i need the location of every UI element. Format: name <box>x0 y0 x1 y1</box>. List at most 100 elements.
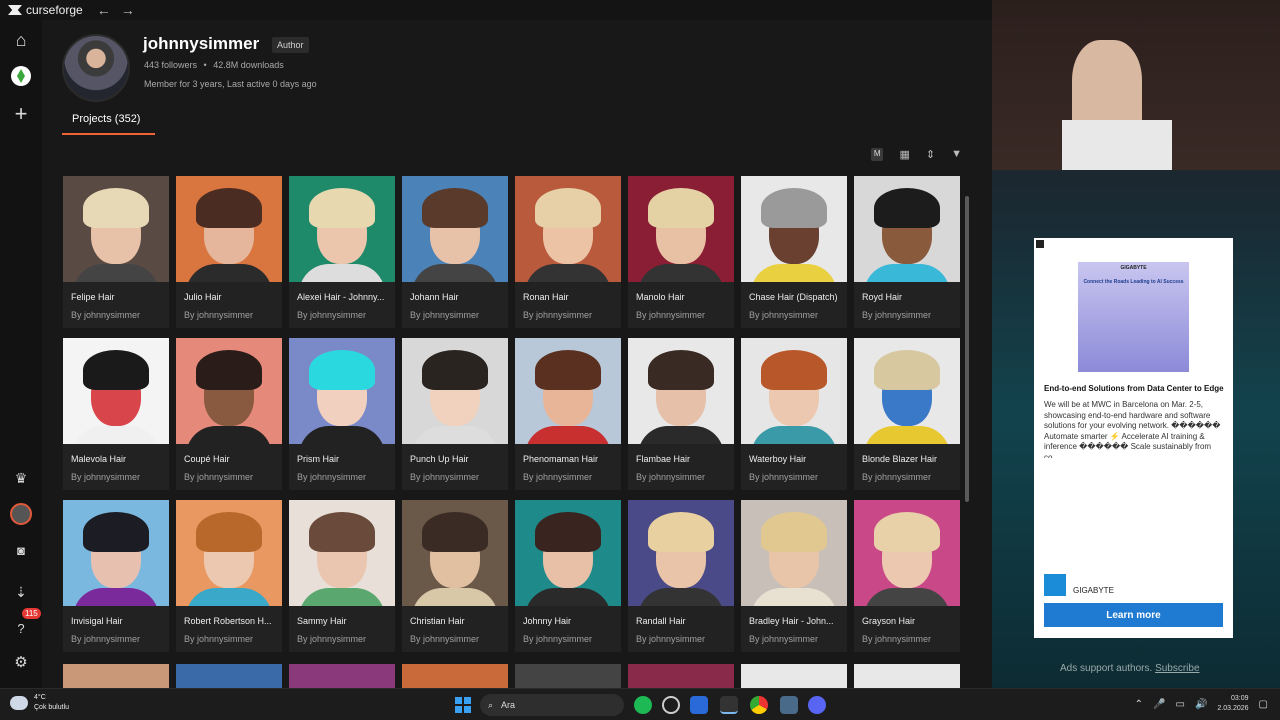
add-game-icon[interactable]: + <box>9 101 33 126</box>
curseforge-taskbar-icon[interactable] <box>720 696 738 714</box>
project-name[interactable]: Flambae Hair <box>628 444 734 464</box>
advertisement-panel[interactable]: GIGABYTE Connect the Roads Leading to AI… <box>1034 238 1233 638</box>
forward-arrow-icon[interactable]: → <box>121 2 135 18</box>
mod-size-toggle[interactable]: M <box>870 148 884 161</box>
project-card-partial[interactable] <box>854 664 960 688</box>
project-card[interactable]: Invisigal Hair By johnnysimmer <box>63 500 169 652</box>
project-card[interactable]: Johnny Hair By johnnysimmer <box>515 500 621 652</box>
project-thumbnail[interactable] <box>515 176 621 282</box>
project-name[interactable]: Ronan Hair <box>515 282 621 302</box>
project-card[interactable]: Christian Hair By johnnysimmer <box>402 500 508 652</box>
project-card-partial[interactable] <box>515 664 621 688</box>
project-card[interactable]: Waterboy Hair By johnnysimmer <box>741 338 847 490</box>
project-name[interactable]: Malevola Hair <box>63 444 169 464</box>
spotify-icon[interactable] <box>634 696 652 714</box>
subscribe-link[interactable]: Subscribe <box>1155 663 1199 674</box>
grid-view-icon[interactable]: ▦ <box>899 148 909 161</box>
project-thumbnail[interactable] <box>402 500 508 606</box>
profile-avatar-icon[interactable] <box>9 502 33 526</box>
sims-game-icon[interactable] <box>9 64 33 88</box>
project-card-partial[interactable] <box>741 664 847 688</box>
project-name[interactable]: Prism Hair <box>289 444 395 464</box>
project-card[interactable]: Sammy Hair By johnnysimmer <box>289 500 395 652</box>
ad-title[interactable]: End-to-end Solutions from Data Center to… <box>1044 384 1229 393</box>
project-thumbnail[interactable] <box>176 176 282 282</box>
project-name[interactable]: Johnny Hair <box>515 606 621 626</box>
project-card[interactable]: Punch Up Hair By johnnysimmer <box>402 338 508 490</box>
project-thumbnail[interactable] <box>741 338 847 444</box>
project-name[interactable]: Julio Hair <box>176 282 282 302</box>
filter-icon[interactable]: ▼ <box>951 148 962 161</box>
settings-gear-icon[interactable]: ⚙ <box>9 650 33 674</box>
back-arrow-icon[interactable]: ← <box>97 2 111 18</box>
project-card[interactable]: Ronan Hair By johnnysimmer <box>515 176 621 328</box>
app-logo[interactable]: curseforge <box>8 3 83 17</box>
project-thumbnail[interactable] <box>741 500 847 606</box>
project-thumbnail[interactable] <box>402 176 508 282</box>
project-card[interactable]: Prism Hair By johnnysimmer <box>289 338 395 490</box>
premium-crown-icon[interactable]: ♛ <box>9 466 33 490</box>
project-thumbnail[interactable] <box>515 338 621 444</box>
project-name[interactable]: Alexei Hair - Johnny... <box>289 282 395 302</box>
windows-start-icon[interactable] <box>455 697 471 713</box>
weather-widget[interactable]: 4°C Çok bulutlu <box>10 693 69 713</box>
discord-icon[interactable]: ◙ <box>9 538 33 562</box>
learn-more-button[interactable]: Learn more <box>1044 603 1223 627</box>
project-thumbnail[interactable] <box>289 176 395 282</box>
project-thumbnail[interactable] <box>176 338 282 444</box>
downloads-icon[interactable]: ⇣ <box>9 580 33 604</box>
project-name[interactable]: Felipe Hair <box>63 282 169 302</box>
project-thumbnail[interactable] <box>63 176 169 282</box>
project-name[interactable]: Randall Hair <box>628 606 734 626</box>
home-icon[interactable]: ⌂ <box>9 28 33 52</box>
discord-taskbar-icon[interactable] <box>808 696 826 714</box>
project-name[interactable]: Coupé Hair <box>176 444 282 464</box>
project-thumbnail[interactable] <box>628 338 734 444</box>
project-thumbnail[interactable] <box>289 338 395 444</box>
project-card[interactable]: Coupé Hair By johnnysimmer <box>176 338 282 490</box>
project-card[interactable]: Robert Robertson H... By johnnysimmer <box>176 500 282 652</box>
project-card[interactable]: Julio Hair By johnnysimmer <box>176 176 282 328</box>
project-card-partial[interactable] <box>63 664 169 688</box>
project-thumbnail[interactable] <box>402 338 508 444</box>
project-card[interactable]: Alexei Hair - Johnny... By johnnysimmer <box>289 176 395 328</box>
project-name[interactable]: Chase Hair (Dispatch) <box>741 282 847 302</box>
project-card[interactable]: Randall Hair By johnnysimmer <box>628 500 734 652</box>
project-name[interactable]: Grayson Hair <box>854 606 960 626</box>
sort-icon[interactable]: ⇕ <box>926 148 935 161</box>
project-card[interactable]: Grayson Hair By johnnysimmer <box>854 500 960 652</box>
project-name[interactable]: Blonde Blazer Hair <box>854 444 960 464</box>
volume-icon[interactable]: 🔊 <box>1195 699 1207 710</box>
project-name[interactable]: Invisigal Hair <box>63 606 169 626</box>
project-name[interactable]: Phenomaman Hair <box>515 444 621 464</box>
project-name[interactable]: Christian Hair <box>402 606 508 626</box>
project-thumbnail[interactable] <box>741 176 847 282</box>
project-card[interactable]: Phenomaman Hair By johnnysimmer <box>515 338 621 490</box>
clock[interactable]: 03:09 2.03.2026 <box>1217 694 1248 714</box>
project-name[interactable]: Royd Hair <box>854 282 960 302</box>
project-thumbnail[interactable] <box>176 500 282 606</box>
taskbar-search[interactable]: ⌕ Ara <box>480 694 624 716</box>
app-icon-2[interactable] <box>780 696 798 714</box>
app-icon[interactable] <box>690 696 708 714</box>
project-name[interactable]: Punch Up Hair <box>402 444 508 464</box>
project-card[interactable]: Malevola Hair By johnnysimmer <box>63 338 169 490</box>
notifications-icon[interactable]: ▢ <box>1259 699 1268 710</box>
project-name[interactable]: Sammy Hair <box>289 606 395 626</box>
project-card-partial[interactable] <box>628 664 734 688</box>
help-icon[interactable]: ? <box>9 616 33 640</box>
project-name[interactable]: Bradley Hair - John... <box>741 606 847 626</box>
project-card[interactable]: Bradley Hair - John... By johnnysimmer <box>741 500 847 652</box>
project-card[interactable]: Blonde Blazer Hair By johnnysimmer <box>854 338 960 490</box>
project-thumbnail[interactable] <box>854 500 960 606</box>
tab-projects[interactable]: Projects (352) <box>72 113 140 133</box>
project-card[interactable]: Flambae Hair By johnnysimmer <box>628 338 734 490</box>
project-card[interactable]: Manolo Hair By johnnysimmer <box>628 176 734 328</box>
tray-chevron-icon[interactable]: ⌃ <box>1135 699 1143 710</box>
obs-icon[interactable] <box>662 696 680 714</box>
project-card-partial[interactable] <box>402 664 508 688</box>
project-name[interactable]: Waterboy Hair <box>741 444 847 464</box>
project-card[interactable]: Felipe Hair By johnnysimmer <box>63 176 169 328</box>
project-thumbnail[interactable] <box>628 176 734 282</box>
chrome-icon[interactable] <box>750 696 768 714</box>
